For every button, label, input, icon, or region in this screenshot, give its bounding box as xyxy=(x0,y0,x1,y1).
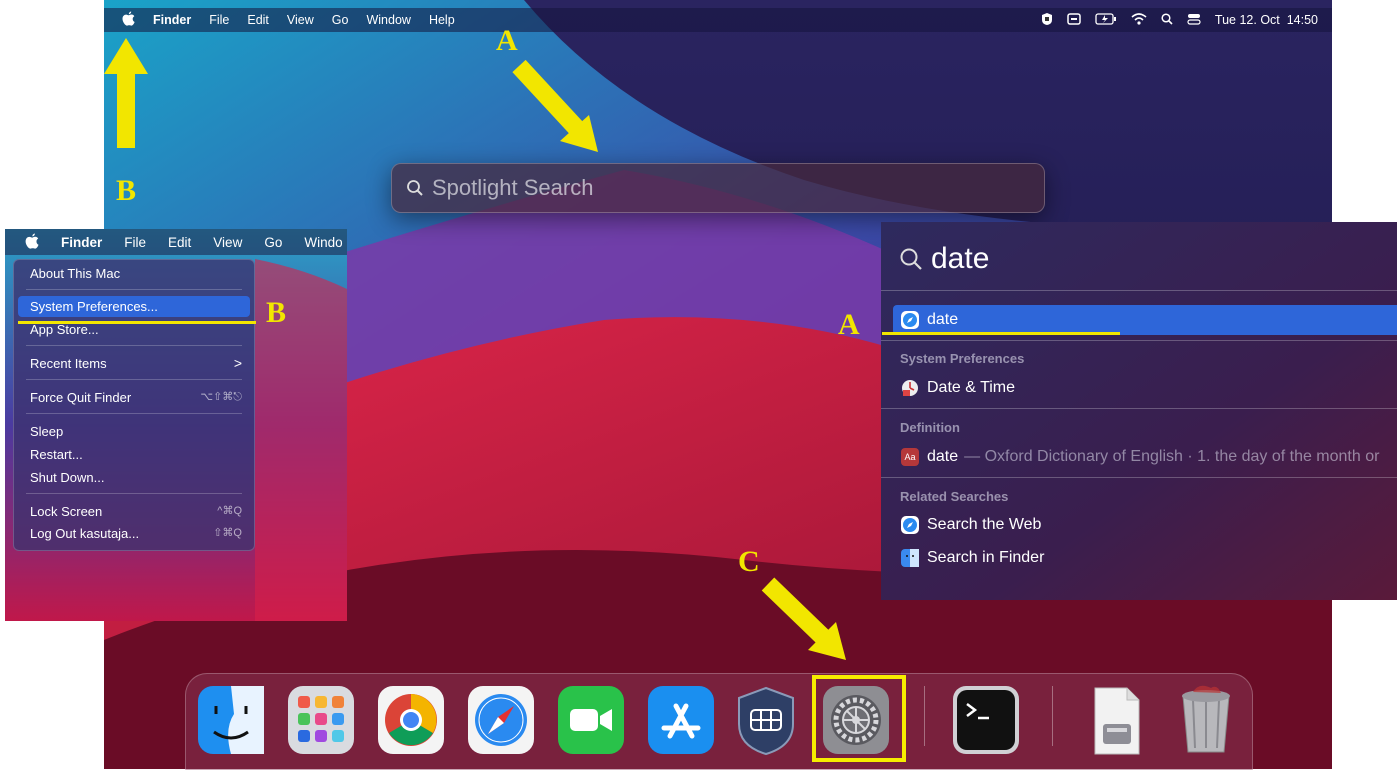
annotation-label-a: A xyxy=(838,308,860,341)
annotation-label-a: A xyxy=(496,24,518,57)
top-hit-underline xyxy=(882,332,1120,335)
system-preferences-underline xyxy=(18,321,256,324)
annotation-label-b: B xyxy=(266,296,287,329)
arrow-c-shaft xyxy=(761,577,833,647)
arrow-a-shaft xyxy=(512,59,587,139)
annotation-arrows xyxy=(104,38,846,660)
arrow-b-shaft xyxy=(117,72,135,148)
arrow-b-head xyxy=(104,38,148,74)
annotation-label-b: B xyxy=(116,174,137,207)
annotation-label-c: C xyxy=(738,545,760,578)
